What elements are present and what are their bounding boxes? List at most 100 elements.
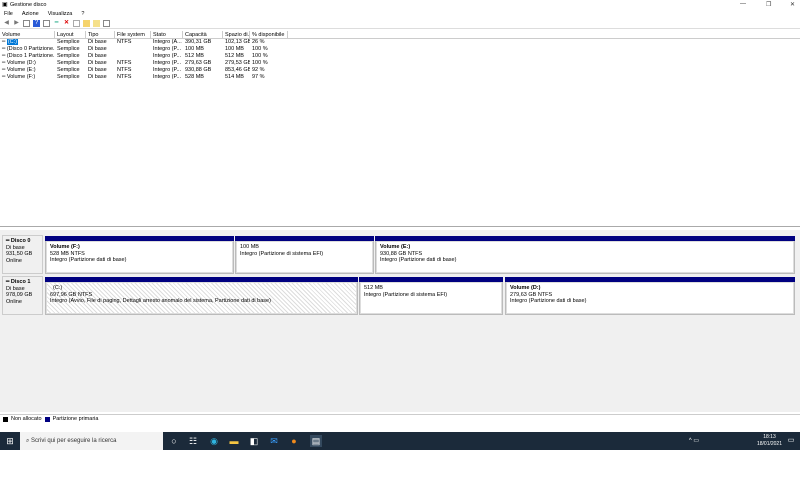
partition-d[interactable]: Volume (D:) 279,63 GB NTFS Integro (Part… [505,277,795,315]
folder-icon[interactable] [83,19,90,27]
list-icon[interactable] [23,19,30,27]
cell: Di base [86,53,115,60]
cell-text: 100 % [252,53,268,59]
partition-status: Integro (Partizione dati di base) [510,298,587,304]
cell: 92 % [250,67,288,74]
col-volume[interactable]: Volume [0,31,55,38]
forward-icon[interactable]: ▶ [13,20,20,27]
col-layout[interactable]: Layout [55,31,86,38]
partition-efi-0[interactable]: 100 MB Integro (Partizione di sistema EF… [235,236,374,274]
cell-text: Di base [88,74,107,80]
app-icon: ▣ [2,2,8,8]
cell: Semplice [55,74,86,81]
table-row[interactable]: ━ Volume (E:) Semplice Di base NTFS Integro … [0,67,800,74]
cell: Integro (P... [151,74,183,81]
volume-list: Volume Layout Tipo File system Stato Cap… [0,31,800,227]
partition-e[interactable]: Volume (E:) 930,88 GB NTFS Integro (Part… [375,236,795,274]
cell: 100 % [250,60,288,67]
cell-text: Integro (P... [153,46,182,52]
disk-label[interactable]: ━ Disco 0 Di base 931,50 GB Online [2,235,43,274]
edge-icon[interactable]: ◉ [208,435,220,447]
cell: 100 % [250,46,288,53]
cell-text: NTFS [117,39,132,45]
cell-text: 100 MB [225,46,244,52]
new-icon[interactable] [73,19,80,27]
table-row[interactable]: ━ (Disco 0 Partizione... Semplice Di base I… [0,46,800,53]
cell: NTFS [115,67,151,74]
cell-text: NTFS [117,74,132,80]
col-capacita[interactable]: Capacità [183,31,223,38]
col-spazio[interactable]: Spazio di... [223,31,250,38]
table-row[interactable]: ━ (C:) Semplice Di base NTFS Integro (A... 39… [0,39,800,46]
cell: NTFS [115,39,151,46]
properties-icon[interactable] [43,19,50,27]
close-button[interactable]: ✕ [790,1,795,8]
store-icon[interactable]: ◧ [248,435,260,447]
menu-file[interactable]: File [4,11,13,17]
table-row[interactable]: ━ (Disco 1 Partizione... Semplice Di base I… [0,53,800,60]
col-filesystem[interactable]: File system [115,31,151,38]
start-icon[interactable]: ⊞ [4,435,16,447]
cell-text: 97 % [252,74,265,80]
partition-f[interactable]: Volume (F:) 528 MB NTFS Integro (Partizi… [45,236,234,274]
legend: Non allocato Partizione primaria [0,414,800,423]
minimize-button[interactable]: — [740,1,746,7]
app-orange-icon[interactable]: ● [288,435,300,447]
partition-c[interactable]: (C:) 697,96 GB NTFS Integro (Avvio, File… [45,277,358,315]
disk-label[interactable]: ━ Disco 1 Di base 978,09 GB Online [2,276,43,315]
help-icon[interactable]: ? [33,19,40,27]
menu-visualizza[interactable]: Visualizza [48,11,73,17]
cell-text: 92 % [252,67,265,73]
disk-0: ━ Disco 0 Di base 931,50 GB Online Volum… [1,235,797,274]
cell: ━ Volume (D:) [0,60,55,67]
maximize-button[interactable]: ❐ [766,1,771,8]
cell: NTFS [115,74,151,81]
partition-status: Integro (Partizione dati di base) [380,257,457,263]
col-disponibile[interactable]: % disponibile [250,31,288,38]
cell-text: 514 MB [225,74,244,80]
mail-icon[interactable]: ✉ [268,435,280,447]
cell: 279,63 GB [183,60,223,67]
cell-text: NTFS [117,60,132,66]
notifications-icon[interactable]: ▭ [785,435,797,447]
cell-text: 279,63 GB [185,60,212,66]
connect-icon[interactable]: ━ [53,20,60,27]
cortana-icon[interactable]: ○ [168,435,180,447]
menu-azione[interactable]: Azione [22,11,39,17]
cell-text: Di base [88,67,107,73]
cell: Integro (P... [151,67,183,74]
back-icon[interactable]: ◀ [3,20,10,27]
partition-efi-1[interactable]: 512 MB Integro (Partizione di sistema EF… [359,277,503,315]
partition-status: Integro (Partizione dati di base) [50,257,127,263]
search-icon[interactable] [93,19,100,27]
cell [115,46,151,53]
task-view-icon[interactable]: ☷ [187,435,199,447]
cell: ━ Volume (F:) [0,74,55,81]
partition-status: Integro (Partizione di sistema EFI) [240,250,324,257]
cell: 390,31 GB [183,39,223,46]
view-icon[interactable] [103,19,110,27]
col-stato[interactable]: Stato [151,31,183,38]
taskbar-search[interactable]: ⌕ Scrivi qui per eseguire la ricerca [20,432,163,450]
file-explorer-icon[interactable]: ▬ [228,435,240,447]
cell-text: Semplice [57,74,80,80]
delete-icon[interactable]: ✕ [63,20,70,27]
clock[interactable]: 18:13 18/01/2021 [757,434,782,448]
menu-help[interactable]: ? [81,11,84,17]
cell: Di base [86,74,115,81]
cell: 930,88 GB [183,67,223,74]
tray-icons[interactable]: ^ ▭ ● ▭ ◢ ◁) [688,435,700,480]
cell-text: 512 MB [225,53,244,59]
cell-text: 853,46 GB [225,67,250,73]
legend-swatch-primary [44,416,50,422]
col-tipo[interactable]: Tipo [86,31,115,38]
cell: 100 % [250,53,288,60]
cell-text: (C:) [6,39,19,45]
cell-text: NTFS [117,67,132,73]
table-row[interactable]: ━ Volume (D:) Semplice Di base NTFS Integro … [0,60,800,67]
cell-text: Integro (P... [153,67,182,73]
cell: NTFS [115,60,151,67]
disk-status: Online [6,298,22,305]
table-row[interactable]: ━ Volume (F:) Semplice Di base NTFS Integro … [0,74,800,81]
disk-management-icon[interactable]: ▤ [310,435,322,447]
